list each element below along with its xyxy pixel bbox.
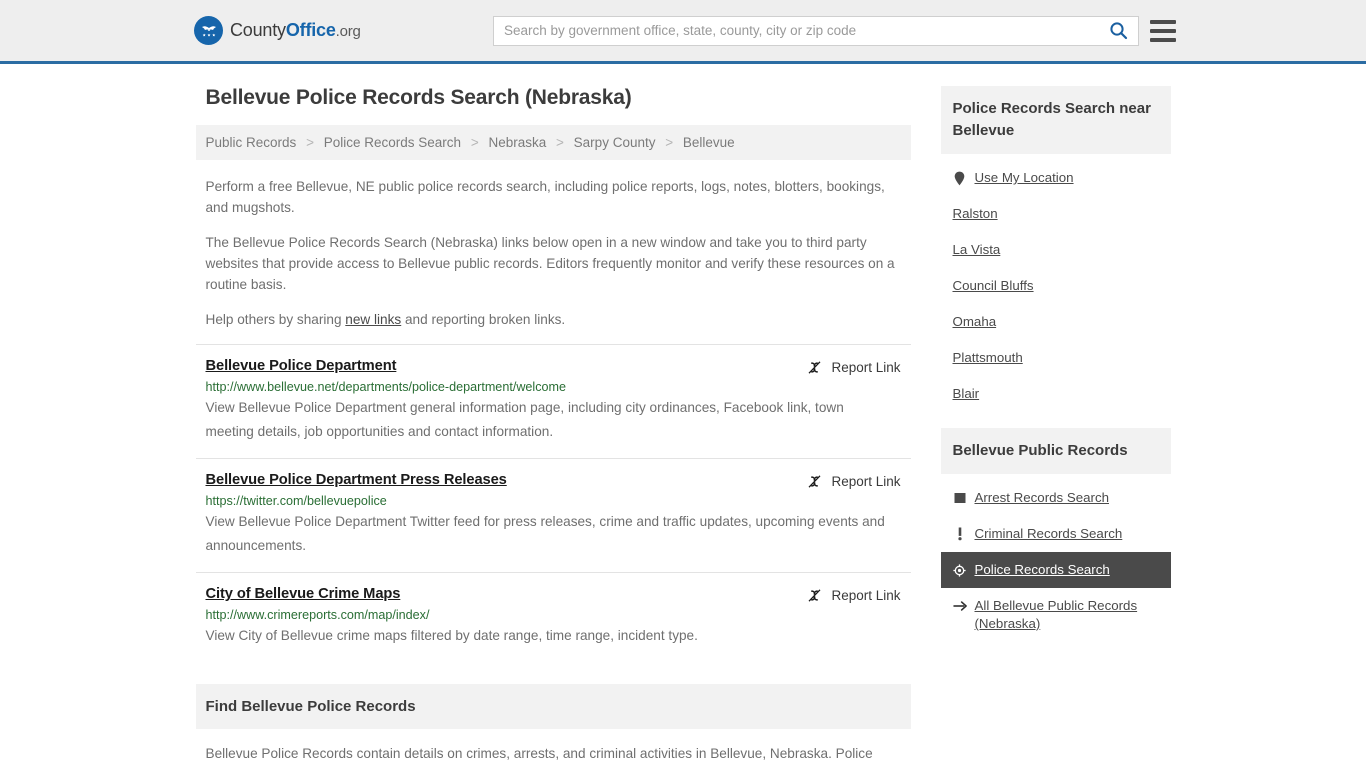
report-link-button[interactable]: Report Link: [806, 358, 901, 376]
page-body: Bellevue Police Records Search (Nebraska…: [0, 64, 1366, 768]
sidebar-item-police-records-search[interactable]: Police Records Search: [940, 552, 1171, 588]
report-link-button[interactable]: Report Link: [806, 472, 901, 490]
sidebar-nearby-list: Use My Location Ralston La Vista Council…: [941, 154, 1171, 412]
sidebar-nearby-label[interactable]: Omaha: [953, 313, 997, 331]
breadcrumb-item-public-records[interactable]: Public Records: [206, 135, 297, 150]
breadcrumb-item-sarpy-county[interactable]: Sarpy County: [574, 135, 656, 150]
sidebar-nearby-label[interactable]: Plattsmouth: [953, 349, 1023, 367]
sidebar-nearby-label[interactable]: Council Bluffs: [953, 277, 1034, 295]
find-records-heading: Find Bellevue Police Records: [195, 684, 911, 729]
sidebar-item-council-bluffs[interactable]: Council Bluffs: [941, 268, 1171, 304]
sidebar-nearby-heading: Police Records Search near Bellevue: [940, 86, 1171, 154]
sidebar-public-records-heading: Bellevue Public Records: [940, 428, 1171, 474]
police-badge-icon: [953, 562, 967, 578]
site-header: CountyOffice.org: [0, 0, 1366, 64]
search-icon: [1109, 22, 1127, 40]
logo-text-tld: .org: [335, 23, 361, 40]
site-logo-text: CountyOffice.org: [230, 20, 361, 41]
hamburger-menu-icon[interactable]: [1150, 19, 1176, 42]
result-url: http://www.crimereports.com/map/index/: [205, 608, 430, 622]
new-links-link[interactable]: new links: [345, 312, 401, 327]
sidebar-item-ralston[interactable]: Ralston: [941, 196, 1171, 232]
breadcrumb-separator: >: [306, 135, 314, 150]
search-input[interactable]: [494, 16, 1098, 45]
sidebar-item-omaha[interactable]: Omaha: [941, 304, 1171, 340]
report-link-label: Report Link: [831, 588, 901, 603]
breadcrumb-separator: >: [556, 135, 564, 150]
intro-paragraph-1: Perform a free Bellevue, NE public polic…: [205, 179, 885, 215]
result-description: View Bellevue Police Department general …: [205, 400, 844, 439]
breadcrumb-item-bellevue: Bellevue: [682, 135, 735, 150]
result-url: http://www.bellevue.net/departments/poli…: [205, 380, 567, 394]
sidebar-public-records-label[interactable]: Police Records Search: [975, 561, 1110, 579]
eagle-seal-icon: [194, 16, 223, 45]
sidebar-public-records-label[interactable]: All Bellevue Public Records (Nebraska): [975, 597, 1159, 633]
exclamation-icon: [953, 526, 967, 542]
find-records-paragraph: Bellevue Police Records contain details …: [205, 746, 873, 768]
sidebar-nearby-label[interactable]: Use My Location: [975, 169, 1074, 187]
site-logo[interactable]: CountyOffice.org: [194, 16, 361, 45]
broken-link-icon: [808, 475, 821, 488]
breadcrumb-item-nebraska[interactable]: Nebraska: [488, 135, 546, 150]
logo-text-county: County: [230, 20, 286, 40]
sidebar-item-arrest-records-search[interactable]: Arrest Records Search: [941, 480, 1171, 516]
hamburger-bar: [1150, 28, 1176, 33]
sidebar-item-la-vista[interactable]: La Vista: [941, 232, 1171, 268]
result-title-link[interactable]: Bellevue Police Department Press Release…: [206, 472, 507, 488]
sidebar-item-plattsmouth[interactable]: Plattsmouth: [941, 340, 1171, 376]
sidebar-public-records-label[interactable]: Criminal Records Search: [975, 525, 1123, 543]
report-link-button[interactable]: Report Link: [806, 586, 901, 604]
result-description: View City of Bellevue crime maps filtere…: [205, 628, 698, 643]
breadcrumb-separator: >: [470, 135, 479, 150]
broken-link-icon: [808, 589, 821, 602]
report-link-label: Report Link: [831, 360, 901, 375]
sidebar-nearby-label[interactable]: La Vista: [953, 241, 1001, 259]
result-item: Bellevue Police Department Report Link h…: [195, 344, 911, 458]
sidebar-item-blair[interactable]: Blair: [941, 376, 1171, 412]
sidebar-public-records-label[interactable]: Arrest Records Search: [975, 489, 1110, 507]
result-description: View Bellevue Police Department Twitter …: [205, 514, 885, 553]
map-pin-icon: [953, 170, 967, 186]
sidebar-nearby-label[interactable]: Ralston: [953, 205, 998, 223]
breadcrumb: Public Records > Police Records Search >…: [195, 125, 911, 160]
result-title-link[interactable]: Bellevue Police Department: [206, 358, 397, 374]
hamburger-bar: [1150, 37, 1176, 42]
intro-paragraph-3: Help others by sharing new links and rep…: [196, 309, 911, 330]
result-item: City of Bellevue Crime Maps Report Link …: [195, 572, 911, 662]
arrow-right-icon: [952, 598, 967, 614]
result-url: https://twitter.com/bellevuepolice: [205, 494, 387, 508]
sidebar: Police Records Search near Bellevue Use …: [940, 86, 1171, 642]
find-records-body: Bellevue Police Records contain details …: [196, 743, 911, 768]
intro-p3-after: and reporting broken links.: [401, 312, 566, 327]
sidebar-item-all-public-records[interactable]: All Bellevue Public Records (Nebraska): [941, 588, 1171, 642]
intro-paragraph-2: The Bellevue Police Records Search (Nebr…: [205, 235, 895, 292]
main-content: Bellevue Police Records Search (Nebraska…: [195, 86, 911, 768]
search-button[interactable]: [1098, 17, 1138, 45]
breadcrumb-item-police-records-search[interactable]: Police Records Search: [324, 135, 461, 150]
report-link-label: Report Link: [831, 474, 901, 489]
sidebar-item-criminal-records-search[interactable]: Criminal Records Search: [941, 516, 1171, 552]
intro-p3-before: Help others by sharing: [205, 312, 346, 327]
breadcrumb-separator: >: [665, 135, 674, 150]
intro-text: Perform a free Bellevue, NE public polic…: [196, 176, 911, 330]
page-title: Bellevue Police Records Search (Nebraska…: [205, 86, 632, 109]
broken-link-icon: [808, 361, 821, 374]
result-item: Bellevue Police Department Press Release…: [195, 458, 911, 572]
hamburger-bar: [1150, 19, 1176, 24]
logo-text-office: Office: [285, 20, 336, 40]
sidebar-public-records-list: Arrest Records Search Criminal Records S…: [940, 474, 1171, 642]
search-bar[interactable]: [493, 15, 1139, 46]
sidebar-nearby-label[interactable]: Blair: [953, 385, 980, 403]
fingerprint-card-icon: [953, 490, 967, 506]
sidebar-item-use-my-location[interactable]: Use My Location: [941, 160, 1171, 196]
result-title-link[interactable]: City of Bellevue Crime Maps: [206, 586, 401, 602]
